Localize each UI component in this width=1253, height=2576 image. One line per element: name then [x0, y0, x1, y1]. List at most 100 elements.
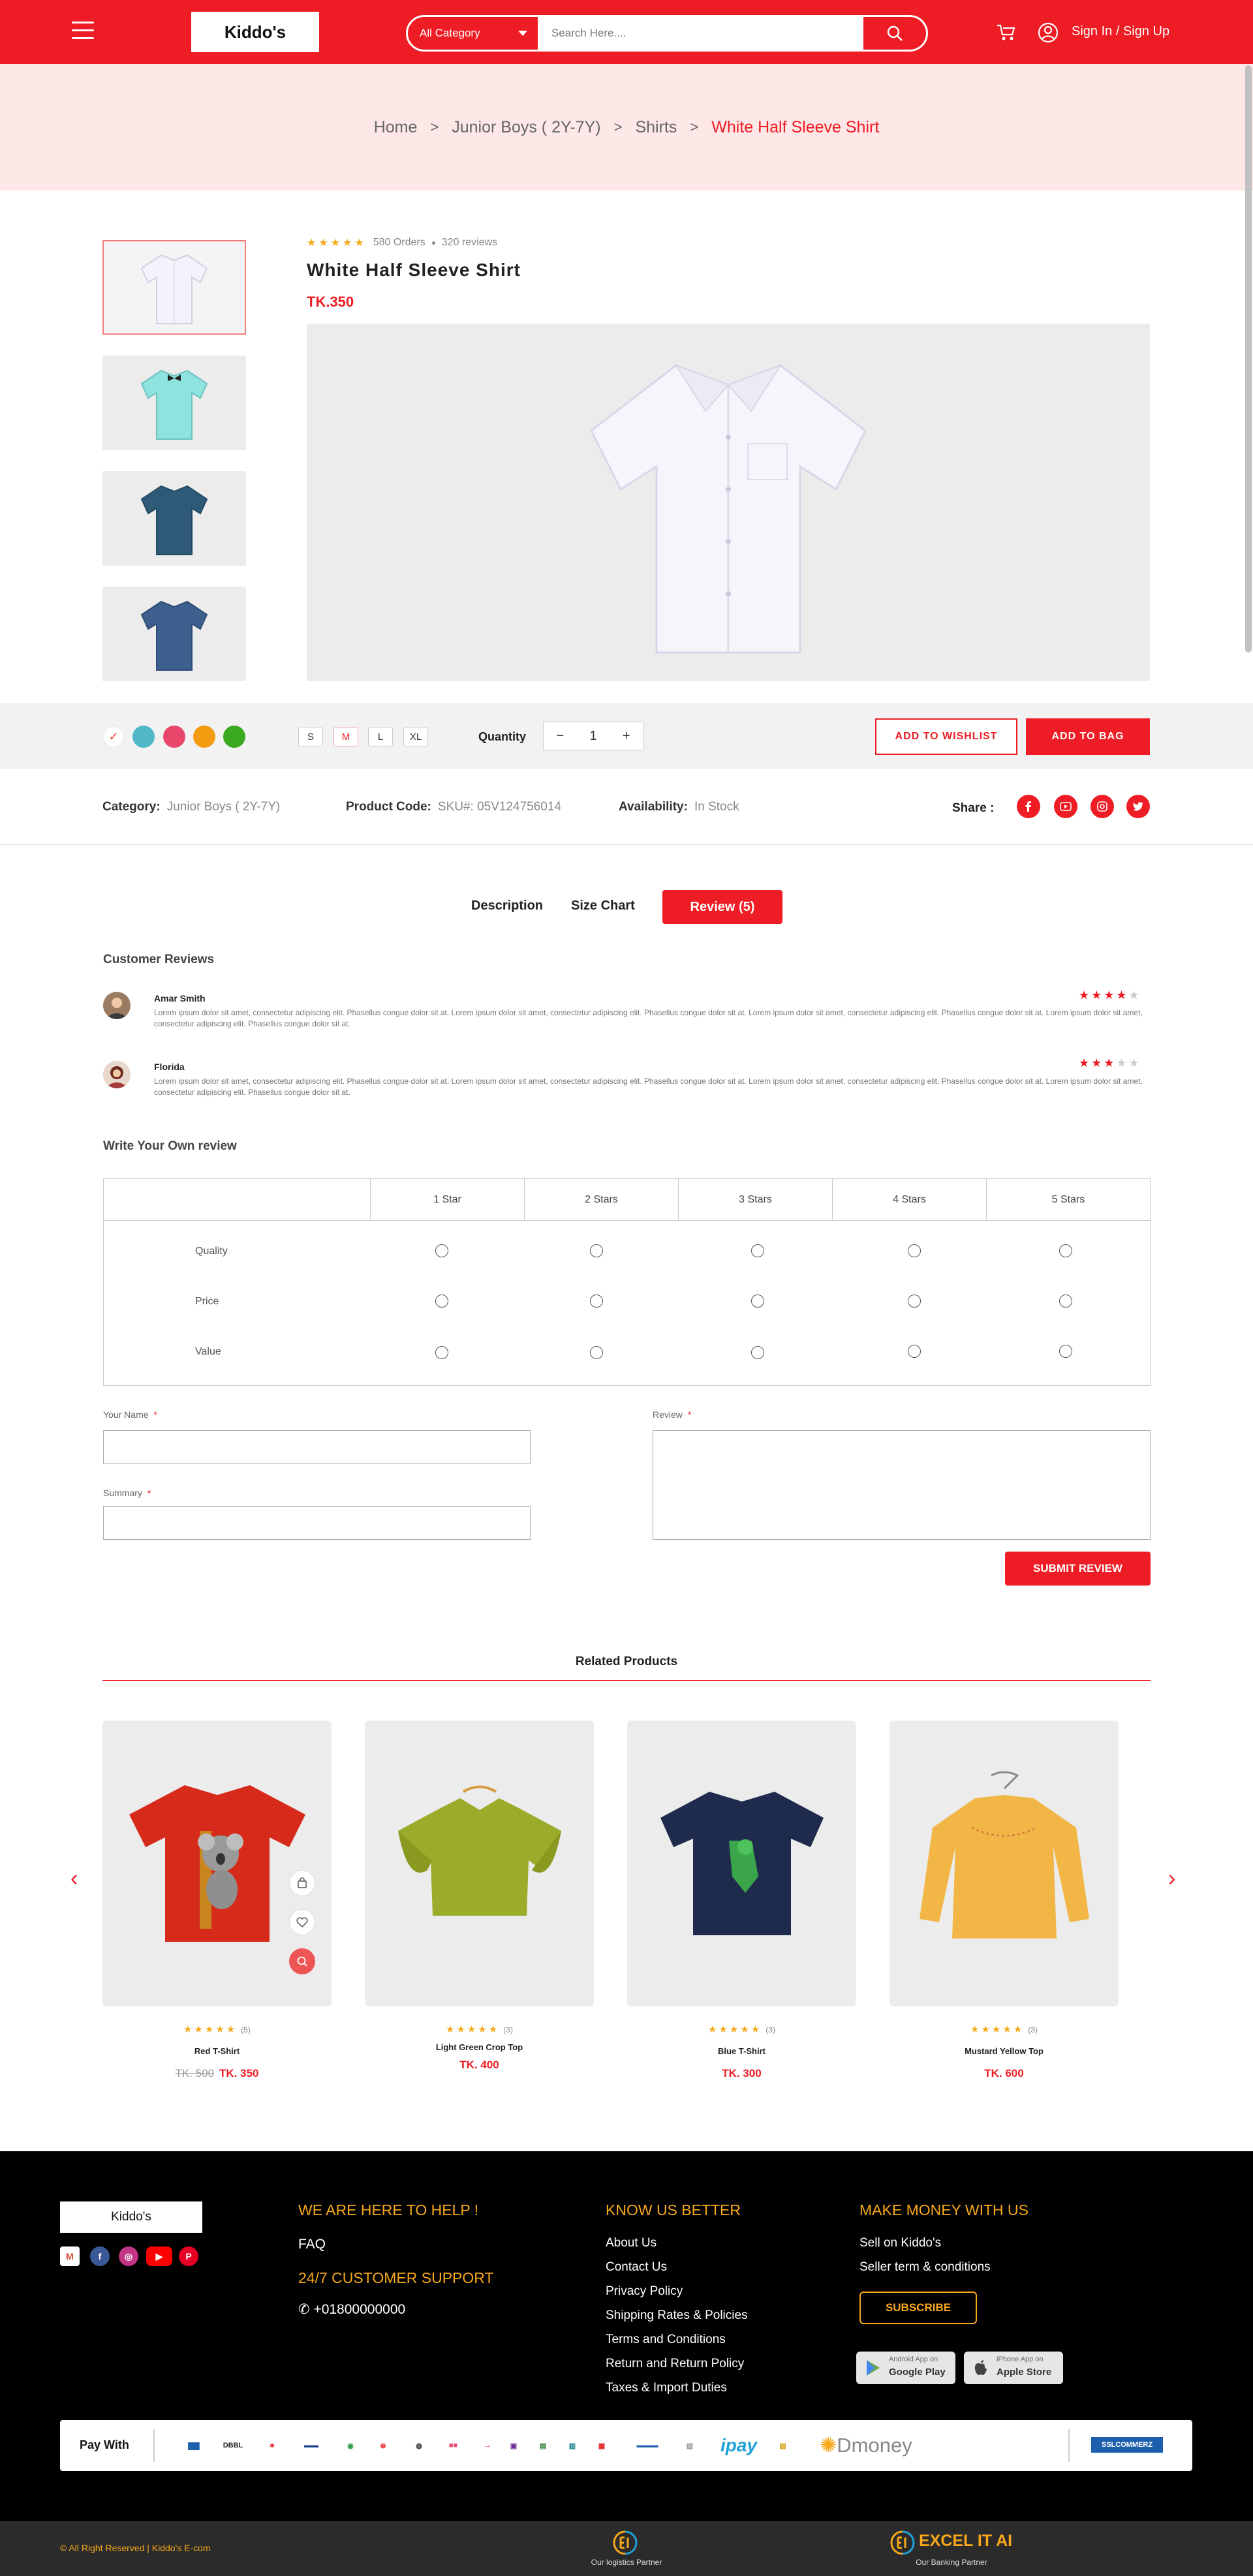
rating-radio[interactable] [435, 1346, 448, 1359]
tab-size-chart[interactable]: Size Chart [571, 898, 635, 913]
copyright-text: © All Right Reserved | Kiddo's E-com [60, 2543, 211, 2553]
tab-review[interactable]: Review (5) [662, 890, 782, 924]
youtube-icon[interactable]: ▶ [146, 2246, 172, 2266]
search-icon[interactable] [289, 1948, 315, 1974]
submit-review-button[interactable]: SUBMIT REVIEW [1005, 1552, 1151, 1586]
rating-radio[interactable] [908, 1345, 921, 1358]
footer-logo[interactable]: Kiddo's [60, 2201, 202, 2233]
rating-radio[interactable] [908, 1295, 921, 1308]
product-thumbnail[interactable] [102, 356, 246, 450]
breadcrumb-home[interactable]: Home [374, 118, 418, 137]
user-icon[interactable] [1035, 20, 1061, 46]
product-card[interactable] [627, 1721, 856, 2006]
reviews-count[interactable]: 320 reviews [442, 237, 497, 249]
instagram-icon[interactable]: ◎ [119, 2246, 138, 2266]
category-label: Category: [102, 800, 161, 814]
search-button[interactable] [863, 17, 926, 50]
product-main-image[interactable] [307, 324, 1150, 681]
your-name-field[interactable] [103, 1430, 531, 1464]
chevron-right-icon: > [613, 119, 623, 135]
product-card[interactable] [365, 1721, 594, 2006]
footer-link-terms[interactable]: Terms and Conditions [606, 2333, 726, 2347]
product-name[interactable]: Mustard Yellow Top [889, 2046, 1119, 2056]
green-crop-top-image [397, 1785, 561, 1916]
add-to-wishlist-button[interactable]: ADD TO WISHLIST [875, 718, 1017, 755]
tab-description[interactable]: Description [471, 898, 543, 913]
bank-logo: ▤ [539, 2442, 547, 2450]
breadcrumb-category[interactable]: Junior Boys ( 2Y-7Y) [452, 118, 600, 137]
summary-field[interactable] [103, 1506, 531, 1540]
shirt-image [140, 485, 208, 555]
pinterest-icon[interactable]: P [179, 2246, 198, 2266]
rating-radio[interactable] [751, 1295, 764, 1308]
youtube-icon[interactable] [1054, 795, 1077, 818]
breadcrumb-subcategory[interactable]: Shirts [635, 118, 677, 137]
subscribe-button[interactable]: SUBSCRIBE [859, 2292, 977, 2324]
footer-link-sell[interactable]: Sell on Kiddo's [859, 2236, 941, 2250]
product-thumbnail[interactable] [102, 471, 246, 566]
menu-icon[interactable] [72, 22, 94, 41]
faq-link[interactable]: FAQ [298, 2237, 326, 2252]
chevron-left-icon[interactable]: ‹ [70, 1866, 78, 1892]
rating-radio[interactable] [908, 1244, 921, 1257]
search-input[interactable] [540, 17, 863, 50]
google-play-button[interactable]: Android App on Google Play [856, 2352, 955, 2384]
category-select[interactable]: All Category [408, 17, 540, 50]
color-swatch[interactable] [223, 726, 245, 748]
footer-link-privacy[interactable]: Privacy Policy [606, 2284, 683, 2299]
color-swatch-selected[interactable]: ✓ [102, 726, 125, 748]
scrollbar-thumb[interactable] [1245, 65, 1252, 652]
twitter-icon[interactable] [1126, 795, 1150, 818]
footer-link-contact[interactable]: Contact Us [606, 2260, 667, 2275]
product-card[interactable] [889, 1721, 1119, 2006]
rating-radio[interactable] [1059, 1244, 1072, 1257]
rating-radio[interactable] [590, 1346, 603, 1359]
product-name[interactable]: Blue T-Shirt [627, 2046, 856, 2056]
color-swatch[interactable] [163, 726, 185, 748]
signin-link[interactable]: Sign In / Sign Up [1072, 24, 1169, 39]
instagram-icon[interactable] [1091, 795, 1114, 818]
size-option[interactable]: XL [403, 727, 428, 746]
bag-icon[interactable] [289, 1870, 315, 1896]
increase-button[interactable]: + [610, 729, 643, 744]
category-value[interactable]: Junior Boys ( 2Y-7Y) [167, 800, 281, 814]
cart-heart-icon[interactable] [993, 20, 1019, 46]
quantity-label: Quantity [478, 730, 527, 743]
size-option-selected[interactable]: M [333, 727, 358, 746]
rating-radio[interactable] [590, 1244, 603, 1257]
rating-row-label: Value [195, 1346, 221, 1357]
rating-radio[interactable] [590, 1295, 603, 1308]
apple-store-button[interactable]: iPhone App on Apple Store [964, 2352, 1063, 2384]
add-to-bag-button[interactable]: ADD TO BAG [1026, 718, 1150, 755]
footer-link-shipping[interactable]: Shipping Rates & Policies [606, 2308, 748, 2323]
size-option[interactable]: S [298, 727, 323, 746]
size-option[interactable]: L [368, 727, 393, 746]
product-thumbnail[interactable] [102, 240, 246, 335]
product-name[interactable]: Red T-Shirt [102, 2046, 332, 2056]
gmail-icon[interactable]: M [60, 2246, 80, 2266]
site-logo[interactable]: Kiddo's [191, 12, 319, 52]
heart-icon[interactable] [289, 1909, 315, 1935]
chevron-right-icon[interactable]: › [1168, 1866, 1175, 1892]
decrease-button[interactable]: − [544, 729, 577, 744]
rating-radio[interactable] [435, 1244, 448, 1257]
rating-radio[interactable] [1059, 1295, 1072, 1308]
quantity-value[interactable]: 1 [577, 729, 610, 744]
facebook-icon[interactable]: f [90, 2246, 110, 2266]
rating-radio[interactable] [751, 1244, 764, 1257]
product-thumbnail[interactable] [102, 587, 246, 681]
footer-link-taxes[interactable]: Taxes & Import Duties [606, 2381, 727, 2395]
support-phone[interactable]: ✆ +01800000000 [298, 2301, 405, 2318]
footer-link-about[interactable]: About Us [606, 2236, 657, 2250]
footer-link-return[interactable]: Return and Return Policy [606, 2357, 744, 2371]
footer-link-seller-terms[interactable]: Seller term & conditions [859, 2260, 991, 2275]
rating-radio[interactable] [751, 1346, 764, 1359]
rating-radio[interactable] [1059, 1345, 1072, 1358]
rating-radio[interactable] [435, 1295, 448, 1308]
product-name[interactable]: Light Green Crop Top [365, 2042, 594, 2052]
color-swatch[interactable] [132, 726, 155, 748]
facebook-icon[interactable] [1017, 795, 1040, 818]
rating-table: 1 Star 2 Stars 3 Stars 4 Stars 5 Stars Q… [103, 1178, 1151, 1386]
review-textarea[interactable] [653, 1430, 1151, 1540]
color-swatch[interactable] [193, 726, 215, 748]
